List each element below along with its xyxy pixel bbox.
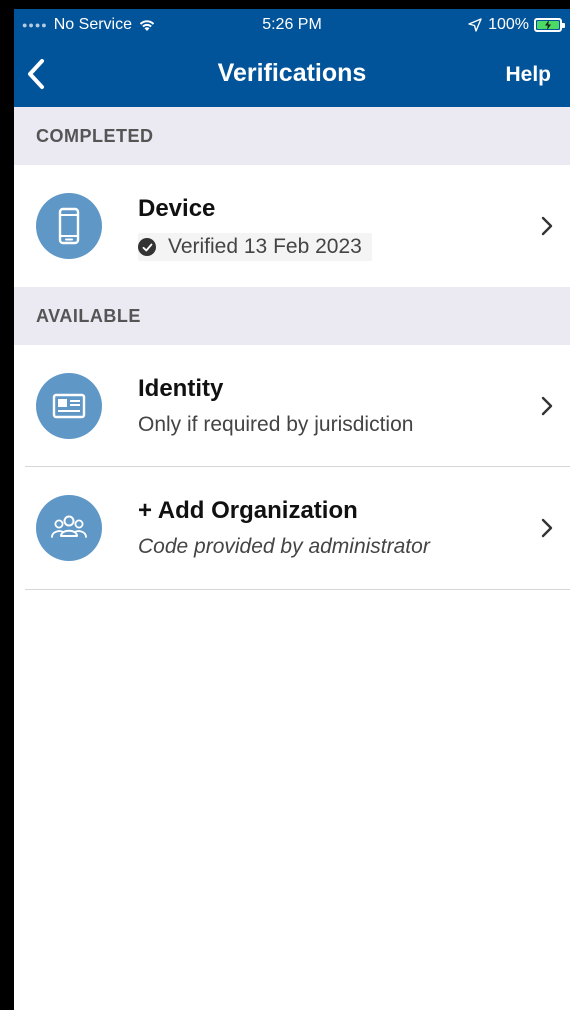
check-circle-icon xyxy=(138,238,156,256)
battery-icon xyxy=(534,18,565,32)
top-bar: ●●●● No Service 5:26 PM 100% Verificatio… xyxy=(14,9,570,107)
group-icon xyxy=(51,515,87,538)
verified-date: Verified 13 Feb 2023 xyxy=(168,235,362,258)
section-header-available: AVAILABLE xyxy=(14,287,570,345)
item-title: Device xyxy=(138,195,216,222)
item-title: + Add Organization xyxy=(138,497,358,524)
chevron-right-icon xyxy=(541,518,553,538)
section-header-completed: COMPLETED xyxy=(14,107,570,165)
list-item-add-organization[interactable]: + Add Organization Code provided by admi… xyxy=(14,467,570,589)
item-subtitle: Code provided by administrator xyxy=(138,535,430,558)
device-avatar xyxy=(36,193,102,259)
item-title: Identity xyxy=(138,375,224,402)
list-item-identity[interactable]: Identity Only if required by jurisdictio… xyxy=(14,345,570,467)
status-right: 100% xyxy=(468,16,565,34)
page-title: Verifications xyxy=(217,59,367,87)
chevron-right-icon xyxy=(541,216,553,236)
phone-screen: ●●●● No Service 5:26 PM 100% Verificatio… xyxy=(14,9,570,1010)
organization-avatar xyxy=(36,495,102,561)
identity-avatar xyxy=(36,373,102,439)
status-bar: ●●●● No Service 5:26 PM 100% xyxy=(14,9,570,41)
location-arrow-icon xyxy=(468,18,482,32)
charging-bolt-icon xyxy=(545,20,551,30)
chevron-right-icon xyxy=(541,396,553,416)
battery-percent: 100% xyxy=(488,16,529,33)
row-divider xyxy=(25,589,570,590)
item-subtitle: Verified 13 Feb 2023 xyxy=(138,233,372,261)
verified-status: Verified 13 Feb 2023 xyxy=(138,233,372,261)
id-card-icon xyxy=(52,393,86,419)
list-item-device[interactable]: Device Verified 13 Feb 2023 xyxy=(14,165,570,287)
item-subtitle: Only if required by jurisdiction xyxy=(138,413,414,436)
navigation-bar: Verifications Help xyxy=(14,41,570,107)
smartphone-icon xyxy=(58,207,80,245)
help-button[interactable]: Help xyxy=(505,63,551,87)
